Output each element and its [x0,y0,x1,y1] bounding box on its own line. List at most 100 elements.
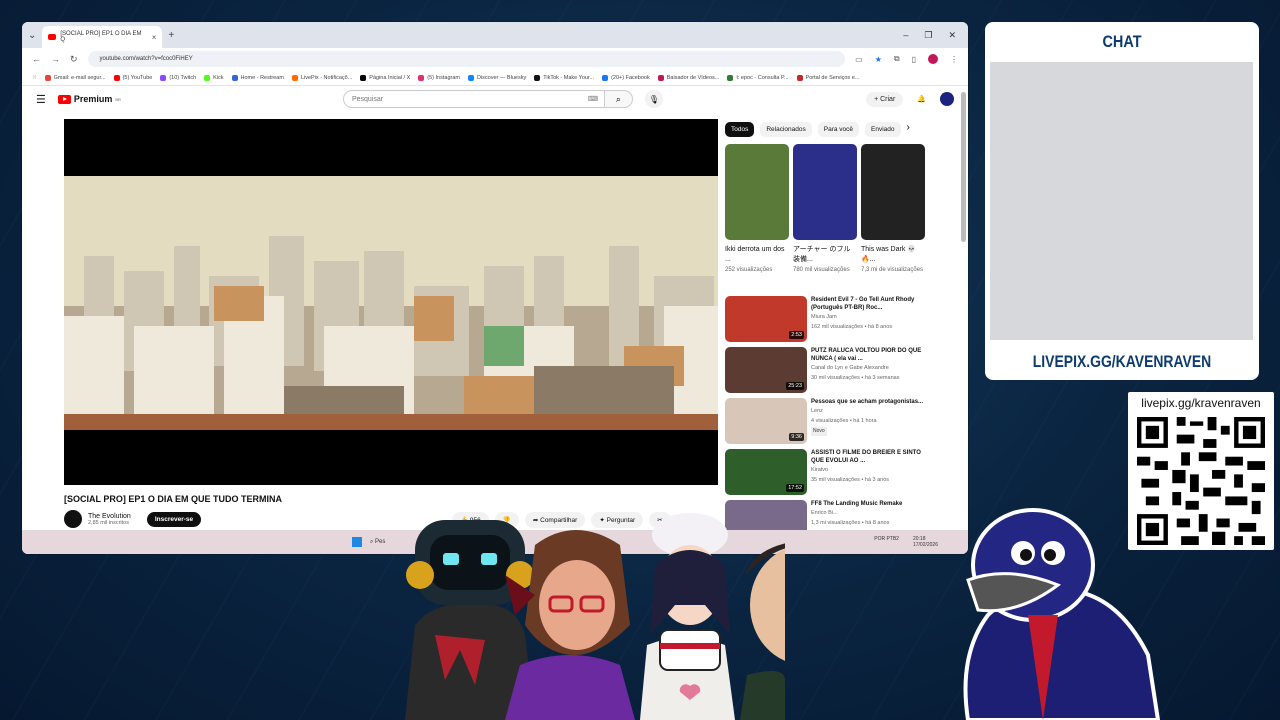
bookmark-item[interactable]: Página Inicial / X [360,74,410,81]
bookmark-favicon-icon [727,74,734,81]
video-title[interactable]: FF8 The Landing Music Remake [811,500,902,508]
short-card[interactable]: This was Dark 💀 🔥... 7,3 mi de visualizaç… [861,144,925,274]
video-duration: 2:53 [789,331,804,339]
page-scrollbar[interactable] [961,92,966,242]
language-indicator[interactable]: POR PTB2 [874,536,899,548]
mic-button[interactable]: 🎙 [644,90,663,108]
subscribe-button[interactable]: Inscrever-se [146,511,202,527]
bookmark-item[interactable]: Gmail: e-mail segur... [44,74,106,81]
chat-screen [990,62,1253,340]
bookmark-item[interactable]: (20+) Facebook [602,74,650,81]
recommended-video[interactable]: 17:52 ASSISTI O FILME DO BREIER E SINTO Q… [725,449,925,500]
video-channel[interactable]: Enrico Bi... [811,510,902,517]
filter-chip[interactable]: Para você [817,122,860,137]
cast-icon[interactable]: ▭ [855,55,863,64]
recommended-video[interactable]: 25:23 PUTZ RALUCA VOLTOU PIOR DO QUE NUNC… [725,347,925,398]
account-avatar[interactable] [940,92,954,106]
city-skyline-image [64,176,718,430]
taskbar-search[interactable]: ⌕ Pes [370,539,385,546]
maximize-icon[interactable]: ❐ [924,30,932,41]
bookmark-item[interactable]: LivePix - Notificaçõ... [291,74,352,81]
short-thumbnail[interactable] [793,144,857,240]
hamburger-menu-icon[interactable]: ☰ [36,93,46,106]
bookmark-item[interactable]: Portal de Serviços e... [796,74,859,81]
bookmark-star-icon[interactable]: ★ [875,55,882,64]
video-title[interactable]: ASSISTI O FILME DO BREIER E SINTO QUE EV… [811,449,925,465]
short-thumbnail[interactable] [725,144,789,240]
minimize-icon[interactable]: – [903,30,908,41]
url-field[interactable]: youtube.com/watch?v=fcoc0FiHEY [87,51,846,67]
extensions-icon[interactable]: ⧉ [894,54,900,64]
video-thumbnail[interactable]: 2:53 [725,296,807,342]
split-icon[interactable]: ▯ [912,55,916,64]
video-thumbnail[interactable]: 25:23 [725,347,807,393]
close-window-icon[interactable]: ✕ [948,30,956,41]
bookmark-item[interactable]: Kick [204,74,224,81]
search-input[interactable]: Pesquisar ⌨ [342,90,605,108]
forward-icon[interactable]: → [51,54,60,64]
new-tab-icon[interactable]: + [168,30,174,41]
apps-icon[interactable]: ⁙ [32,75,37,81]
video-player[interactable] [64,119,718,485]
video-stats: 162 mil visualizações • há 8 anos [811,323,893,330]
bookmark-item[interactable]: (5) Instagram [418,74,460,81]
video-thumbnail[interactable]: 9:36 [725,398,807,444]
channel-subs: 2,85 mil inscritos [88,519,129,526]
search-button[interactable]: ⌕ [604,90,633,108]
filter-chip[interactable]: Relacionados [760,122,812,137]
bookmark-item[interactable]: TikTok - Make Your... [534,74,594,81]
create-button[interactable]: + Criar [866,91,904,107]
tab-title: [SOCIAL PRO] EP1 O DIA EM Q [60,31,142,43]
create-label: Criar [880,95,896,103]
recommended-video[interactable]: 2:53 Resident Evil 7 - Go Tell Aunt Rhody… [725,296,925,347]
bookmark-item[interactable]: Home - Restream [231,74,284,81]
short-views: 780 mil visualizações [793,266,850,273]
bookmark-favicon-icon [204,74,211,81]
bookmark-favicon-icon [291,74,298,81]
short-views: 7,3 mi de visualizações [861,266,924,273]
bookmark-label: (5) YouTube [122,74,153,81]
bookmark-item[interactable]: Baixador de Vídeos... [657,74,719,81]
bookmark-item[interactable]: (5) YouTube [113,74,153,81]
menu-icon[interactable]: ⋮ [950,55,958,64]
recommended-video[interactable]: 9:36 Pessoas que se acham protagonistas..… [725,398,925,449]
short-title[interactable]: Ikki derrota um dos ... [725,245,789,265]
close-tab-icon[interactable]: × [152,33,157,42]
bookmark-item[interactable]: I: epoc - Consulta P... [727,74,789,81]
browser-tab[interactable]: [SOCIAL PRO] EP1 O DIA EM Q × [42,26,163,48]
tab-list-icon[interactable]: ⌄ [28,30,36,41]
video-title[interactable]: Pessoas que se acham protagonistas... [811,398,923,406]
video-channel[interactable]: Miura Jam [811,314,925,321]
youtube-play-icon [57,94,71,104]
short-thumbnail[interactable] [861,144,925,240]
profile-icon[interactable] [928,54,938,64]
channel-row: The Evolution 2,85 mil inscritos Inscrev… [64,510,202,528]
bookmark-item[interactable]: Discover — Bluesky [467,74,526,81]
bookmark-favicon-icon [657,74,664,81]
raven-mascot-image [963,508,1161,720]
reload-icon[interactable]: ↻ [70,54,78,65]
short-title[interactable]: アーチャー のフル装備... [793,245,857,265]
video-title[interactable]: Resident Evil 7 - Go Tell Aunt Rhody (Po… [811,296,925,312]
short-card[interactable]: アーチャー のフル装備... 780 mil visualizações [793,144,857,274]
channel-avatar[interactable] [64,510,82,528]
video-title[interactable]: PUTZ RALUCA VOLTOU PIOR DO QUE NUNCA ( e… [811,347,925,363]
filter-chip[interactable]: Todos [725,122,755,137]
video-channel[interactable]: Kiratvo [811,467,925,474]
keyboard-icon[interactable]: ⌨ [588,95,598,103]
channel-name[interactable]: The Evolution [88,513,131,520]
windows-start-icon[interactable] [352,537,362,547]
back-icon[interactable]: ← [32,54,41,64]
bookmark-item[interactable]: (10) Twitch [160,74,196,81]
video-thumbnail[interactable]: 17:52 [725,449,807,495]
bookmark-favicon-icon [534,74,541,81]
short-title[interactable]: This was Dark 💀 🔥... [861,245,925,265]
clock[interactable]: 20:18 17/02/2026 [913,536,938,548]
video-channel[interactable]: Canal do Lyn e Gabe Alexandre [811,365,925,372]
short-card[interactable]: Ikki derrota um dos ... 252 visualizações [725,144,789,274]
youtube-logo[interactable]: Premium BR [57,94,121,104]
filter-chip[interactable]: Enviado [865,122,901,137]
video-channel[interactable]: Lenz [811,408,923,415]
chips-next-icon[interactable]: › [907,122,910,137]
notifications-bell-icon[interactable]: 🔔 [917,95,926,103]
